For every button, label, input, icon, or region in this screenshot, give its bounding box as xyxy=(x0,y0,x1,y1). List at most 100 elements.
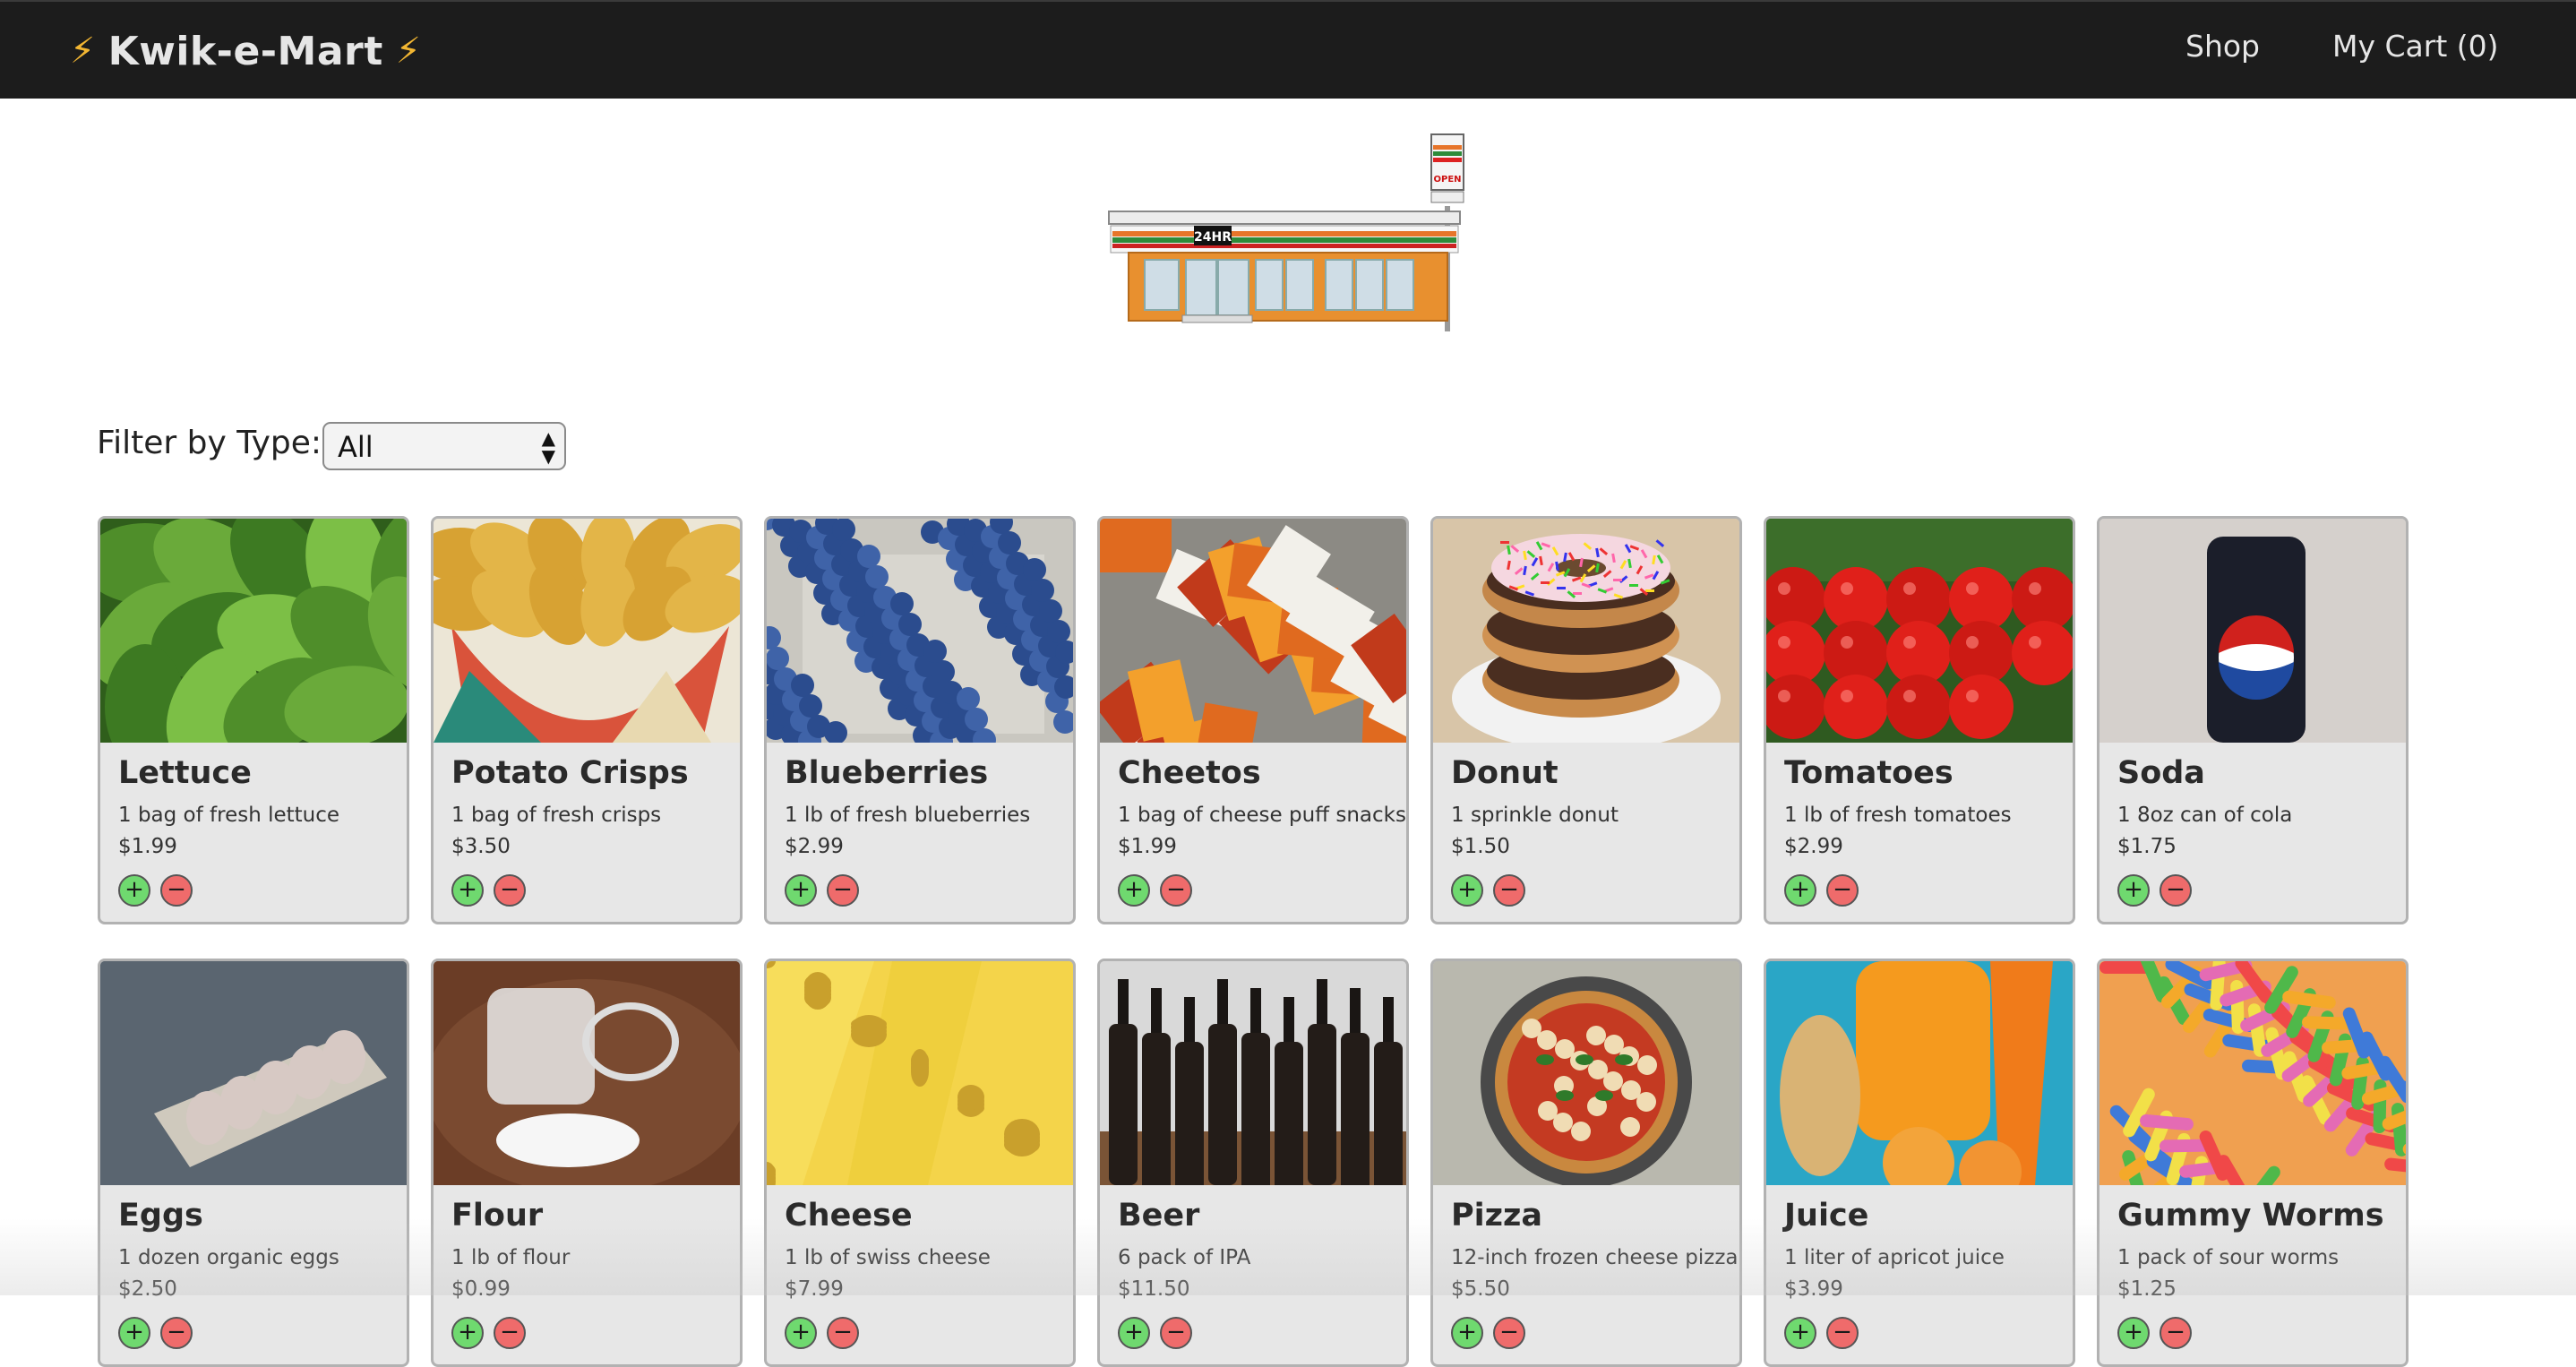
remove-from-cart-button[interactable]: − xyxy=(1493,1317,1525,1349)
product-name: Eggs xyxy=(118,1198,203,1234)
nav-cart-link[interactable]: My Cart (0) xyxy=(2332,29,2499,64)
nav-shop-link[interactable]: Shop xyxy=(2185,29,2260,64)
product-name: Cheese xyxy=(785,1198,913,1234)
remove-from-cart-button[interactable]: − xyxy=(2160,874,2192,907)
product-name: Blueberries xyxy=(785,755,989,791)
product-price: $1.99 xyxy=(118,835,177,858)
add-to-cart-button[interactable]: + xyxy=(2117,1317,2150,1349)
lightning-bolt-icon: ⚡ xyxy=(395,30,422,72)
product-price: $3.50 xyxy=(451,835,511,858)
product-name: Donut xyxy=(1451,755,1558,791)
product-description: 1 pack of sour worms xyxy=(2117,1246,2340,1269)
product-image xyxy=(2099,519,2406,743)
add-to-cart-button[interactable]: + xyxy=(451,874,484,907)
remove-from-cart-button[interactable]: − xyxy=(160,1317,193,1349)
product-card: Gummy Worms 1 pack of sour worms $1.25 +… xyxy=(2097,959,2409,1367)
remove-from-cart-button[interactable]: − xyxy=(2160,1317,2192,1349)
product-description: 6 pack of IPA xyxy=(1118,1246,1251,1269)
product-description: 12-inch frozen cheese pizza xyxy=(1451,1246,1739,1269)
product-description: 1 sprinkle donut xyxy=(1451,804,1619,827)
lightning-bolt-icon: ⚡ xyxy=(70,30,96,72)
store-illustration: OPEN 24HR xyxy=(1102,133,1478,339)
remove-from-cart-button[interactable]: − xyxy=(1826,1317,1859,1349)
product-name: Lettuce xyxy=(118,755,252,791)
product-description: 1 bag of fresh crisps xyxy=(451,804,662,827)
product-price: $1.50 xyxy=(1451,835,1510,858)
product-price: $11.50 xyxy=(1118,1277,1190,1301)
product-name: Juice xyxy=(1784,1198,1869,1234)
add-to-cart-button[interactable]: + xyxy=(1784,874,1816,907)
add-to-cart-button[interactable]: + xyxy=(1451,874,1483,907)
product-card: Lettuce 1 bag of fresh lettuce $1.99 + − xyxy=(98,516,409,924)
product-description: 1 dozen organic eggs xyxy=(118,1246,339,1269)
product-image xyxy=(1766,961,2073,1185)
product-price: $0.99 xyxy=(451,1277,511,1301)
product-card: Blueberries 1 lb of fresh blueberries $2… xyxy=(764,516,1076,924)
product-card: Beer 6 pack of IPA $11.50 + − xyxy=(1097,959,1409,1367)
add-to-cart-button[interactable]: + xyxy=(118,874,150,907)
product-image xyxy=(767,519,1073,743)
product-price: $1.25 xyxy=(2117,1277,2177,1301)
remove-from-cart-button[interactable]: − xyxy=(1160,1317,1192,1349)
add-to-cart-button[interactable]: + xyxy=(1118,1317,1150,1349)
product-image xyxy=(1766,519,2073,743)
remove-from-cart-button[interactable]: − xyxy=(494,1317,526,1349)
add-to-cart-button[interactable]: + xyxy=(1118,874,1150,907)
product-price: $1.99 xyxy=(1118,835,1177,858)
product-card: Donut 1 sprinkle donut $1.50 + − xyxy=(1430,516,1742,924)
product-name: Flour xyxy=(451,1198,544,1234)
product-description: 1 bag of fresh lettuce xyxy=(118,804,340,827)
select-arrows-icon: ▲ ▼ xyxy=(541,427,555,467)
add-to-cart-button[interactable]: + xyxy=(118,1317,150,1349)
filter-label: Filter by Type: xyxy=(97,425,322,461)
top-navbar: ⚡ Kwik-e-Mart ⚡ Shop My Cart (0) xyxy=(0,0,2576,99)
product-name: Potato Crisps xyxy=(451,755,689,791)
product-image xyxy=(100,519,407,743)
remove-from-cart-button[interactable]: − xyxy=(1826,874,1859,907)
brand-name: Kwik-e-Mart xyxy=(107,28,383,74)
product-description: 1 lb of fresh tomatoes xyxy=(1784,804,2012,827)
product-image xyxy=(2099,961,2406,1185)
product-price: $1.75 xyxy=(2117,835,2177,858)
product-image xyxy=(434,961,740,1185)
product-description: 1 lb of swiss cheese xyxy=(785,1246,991,1269)
add-to-cart-button[interactable]: + xyxy=(1784,1317,1816,1349)
product-description: 1 liter of apricot juice xyxy=(1784,1246,2005,1269)
add-to-cart-button[interactable]: + xyxy=(451,1317,484,1349)
product-price: $2.99 xyxy=(785,835,844,858)
product-price: $2.99 xyxy=(1784,835,1843,858)
remove-from-cart-button[interactable]: − xyxy=(827,874,859,907)
filter-selected-value: All xyxy=(338,430,374,464)
product-description: 1 8oz can of cola xyxy=(2117,804,2293,827)
remove-from-cart-button[interactable]: − xyxy=(827,1317,859,1349)
product-price: $3.99 xyxy=(1784,1277,1843,1301)
product-card: Eggs 1 dozen organic eggs $2.50 + − xyxy=(98,959,409,1367)
product-description: 1 lb of flour xyxy=(451,1246,571,1269)
open-sign-text: OPEN xyxy=(1433,175,1461,185)
product-name: Cheetos xyxy=(1118,755,1261,791)
product-price: $2.50 xyxy=(118,1277,177,1301)
add-to-cart-button[interactable]: + xyxy=(1451,1317,1483,1349)
product-name: Soda xyxy=(2117,755,2205,791)
remove-from-cart-button[interactable]: − xyxy=(1160,874,1192,907)
product-image xyxy=(100,961,407,1185)
product-image xyxy=(434,519,740,743)
product-card: Soda 1 8oz can of cola $1.75 + − xyxy=(2097,516,2409,924)
product-price: $7.99 xyxy=(785,1277,844,1301)
product-image xyxy=(767,961,1073,1185)
product-name: Tomatoes xyxy=(1784,755,1953,791)
product-card: Pizza 12-inch frozen cheese pizza $5.50 … xyxy=(1430,959,1742,1367)
add-to-cart-button[interactable]: + xyxy=(785,1317,817,1349)
remove-from-cart-button[interactable]: − xyxy=(1493,874,1525,907)
product-name: Gummy Worms xyxy=(2117,1198,2384,1234)
remove-from-cart-button[interactable]: − xyxy=(494,874,526,907)
product-name: Beer xyxy=(1118,1198,1200,1234)
brand-link[interactable]: ⚡ Kwik-e-Mart ⚡ xyxy=(70,21,421,81)
add-to-cart-button[interactable]: + xyxy=(2117,874,2150,907)
add-to-cart-button[interactable]: + xyxy=(785,874,817,907)
product-price: $5.50 xyxy=(1451,1277,1510,1301)
product-image xyxy=(1433,961,1739,1185)
type-filter-select[interactable]: All ▲ ▼ xyxy=(322,422,566,470)
product-description: 1 bag of cheese puff snacks xyxy=(1118,804,1406,827)
remove-from-cart-button[interactable]: − xyxy=(160,874,193,907)
